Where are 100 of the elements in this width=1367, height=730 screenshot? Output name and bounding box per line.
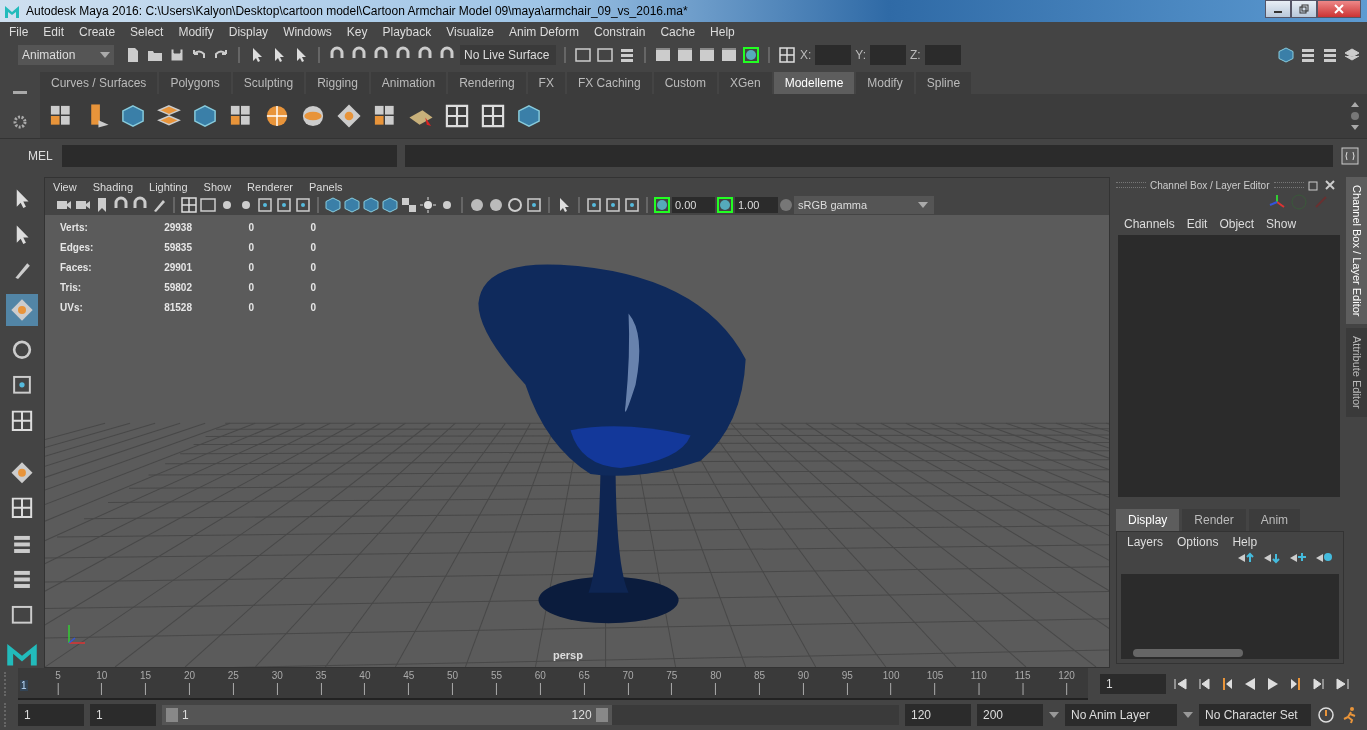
new-layer-selected-icon[interactable] bbox=[1315, 552, 1333, 564]
settings-icon[interactable] bbox=[13, 114, 27, 129]
current-frame-marker[interactable]: 1 bbox=[20, 680, 28, 691]
menu-item[interactable]: Display bbox=[228, 25, 269, 39]
shelf-tool-icon[interactable] bbox=[480, 103, 506, 129]
restore-button[interactable] bbox=[1291, 0, 1317, 18]
shelf-tool-icon[interactable] bbox=[192, 103, 218, 129]
viewport-tool-icon[interactable] bbox=[487, 196, 505, 214]
minimize-button[interactable] bbox=[1265, 0, 1291, 18]
panel-menu-item[interactable]: Renderer bbox=[247, 180, 293, 193]
channel-menu-item[interactable]: Channels bbox=[1124, 217, 1175, 231]
playback-control-icon[interactable] bbox=[1172, 675, 1190, 693]
time-slider[interactable]: 1 5 10 15 20 25 30 35 40 45 50 55 60 65 70 75 80 85 90 95 100 105 110 115 120 bbox=[18, 668, 1088, 700]
script-editor-icon[interactable] bbox=[1341, 147, 1359, 165]
viewport-tool-icon[interactable] bbox=[419, 196, 437, 214]
shelf-tab[interactable]: Modify bbox=[856, 72, 914, 94]
panel-menu-item[interactable]: View bbox=[53, 180, 77, 193]
layer-up-icon[interactable] bbox=[1237, 552, 1255, 564]
viewport-tool-icon[interactable] bbox=[604, 196, 622, 214]
menu-item[interactable]: Visualize bbox=[446, 25, 494, 39]
channel-menu-item[interactable]: Show bbox=[1266, 217, 1297, 231]
manipulator-icon[interactable] bbox=[1268, 193, 1286, 211]
side-tab[interactable]: Attribute Editor bbox=[1346, 328, 1367, 418]
layer-tab[interactable]: Render bbox=[1182, 509, 1246, 531]
shelf-tab[interactable]: FX Caching bbox=[566, 72, 652, 94]
menu-item[interactable]: Cache bbox=[660, 25, 696, 39]
playback-end-field[interactable]: 120 bbox=[905, 704, 971, 726]
panel-menu-item[interactable]: Lighting bbox=[149, 180, 188, 193]
viewport-tool-icon[interactable] bbox=[525, 196, 543, 214]
end-time-field[interactable]: 200 bbox=[977, 704, 1043, 726]
shelf-tool-icon[interactable] bbox=[444, 103, 470, 129]
channel-menu-item[interactable]: Edit bbox=[1186, 217, 1208, 231]
shelf-tab[interactable]: XGen bbox=[718, 72, 772, 94]
panel-menu-item[interactable]: Shading bbox=[92, 180, 134, 193]
x-field[interactable] bbox=[815, 45, 852, 65]
menu-item[interactable]: Playback bbox=[382, 25, 432, 39]
character-set-field[interactable]: No Character Set bbox=[1199, 704, 1311, 726]
layer-tab[interactable]: Anim bbox=[1248, 509, 1301, 531]
caret-icon[interactable] bbox=[1183, 712, 1193, 718]
live-surface-field[interactable]: No Live Surface bbox=[460, 45, 556, 65]
side-tab[interactable]: Channel Box / Layer Editor bbox=[1346, 177, 1367, 325]
menu-item[interactable]: File bbox=[9, 25, 29, 39]
playback-start-field[interactable]: 1 bbox=[90, 704, 156, 726]
float-panel-icon[interactable] bbox=[1307, 179, 1320, 191]
close-button[interactable] bbox=[1317, 0, 1361, 18]
gamma-field[interactable]: 1.00 bbox=[735, 197, 778, 213]
viewport-tool-icon[interactable] bbox=[400, 196, 418, 214]
layer-tab[interactable]: Display bbox=[1116, 509, 1180, 531]
shelf-tab[interactable]: Sculpting bbox=[232, 72, 305, 94]
caret-icon[interactable] bbox=[1049, 712, 1059, 718]
viewport-tool-icon[interactable] bbox=[585, 196, 603, 214]
range-slider[interactable]: 1 120 bbox=[162, 705, 612, 725]
menu-item[interactable]: Anim Deform bbox=[509, 25, 580, 39]
menu-item[interactable]: Help bbox=[710, 25, 735, 39]
menu-item[interactable]: Select bbox=[130, 25, 164, 39]
viewport-tool-icon[interactable] bbox=[468, 196, 486, 214]
shelf-tool-icon[interactable] bbox=[300, 103, 326, 129]
shelf-tool-icon[interactable] bbox=[264, 103, 290, 129]
menu-item[interactable]: Windows bbox=[283, 25, 332, 39]
shelf-tab[interactable]: Spline bbox=[915, 72, 972, 94]
layer-menu-item[interactable]: Layers bbox=[1127, 535, 1164, 549]
menu-item[interactable]: Modify bbox=[178, 25, 214, 39]
save-icon[interactable] bbox=[168, 46, 186, 64]
viewport-tool-icon[interactable] bbox=[294, 196, 312, 214]
anim-layer-field[interactable]: No Anim Layer bbox=[1065, 704, 1177, 726]
new-layer-icon[interactable] bbox=[1289, 552, 1307, 564]
shelf-tab[interactable]: Rendering bbox=[448, 72, 526, 94]
shelf-tool-icon[interactable] bbox=[516, 103, 542, 129]
shelf-tool-icon[interactable] bbox=[336, 103, 362, 129]
horizontal-scrollbar[interactable] bbox=[1121, 647, 1339, 659]
shelf-tool-icon[interactable] bbox=[120, 103, 146, 129]
viewport-tool-icon[interactable] bbox=[256, 196, 274, 214]
viewport-tool-icon[interactable] bbox=[275, 196, 293, 214]
menu-item[interactable]: Edit bbox=[43, 25, 65, 39]
viewport-tool-icon[interactable] bbox=[199, 196, 217, 214]
y-field[interactable] bbox=[870, 45, 907, 65]
current-frame-field[interactable]: 1 bbox=[1100, 674, 1166, 694]
z-field[interactable] bbox=[924, 45, 961, 65]
exposure-field[interactable]: 0.00 bbox=[672, 197, 715, 213]
viewport-tool-icon[interactable] bbox=[506, 196, 524, 214]
playback-control-icon[interactable] bbox=[1333, 675, 1351, 693]
command-language-label[interactable]: MEL bbox=[28, 149, 54, 163]
shelf-tab[interactable]: Animation bbox=[370, 72, 447, 94]
menu-set-dropdown[interactable]: Animation bbox=[18, 45, 114, 65]
color-space-dropdown[interactable]: sRGB gamma bbox=[794, 196, 934, 214]
start-time-field[interactable]: 1 bbox=[18, 704, 84, 726]
menu-item[interactable]: Create bbox=[79, 25, 116, 39]
shelf-tab[interactable]: Rigging bbox=[306, 72, 369, 94]
shelf-tab[interactable]: Polygons bbox=[159, 72, 231, 94]
panel-menu-item[interactable]: Show bbox=[203, 180, 232, 193]
shelf-tab[interactable]: Curves / Surfaces bbox=[40, 72, 158, 94]
layer-down-icon[interactable] bbox=[1263, 552, 1281, 564]
menu-item[interactable]: Constrain bbox=[594, 25, 646, 39]
viewport-tool-icon[interactable] bbox=[623, 196, 641, 214]
close-icon[interactable] bbox=[1323, 179, 1336, 191]
layer-menu-item[interactable]: Options bbox=[1177, 535, 1219, 549]
shelf-tab[interactable]: FX bbox=[527, 72, 565, 94]
viewport-tool-icon[interactable] bbox=[180, 196, 198, 214]
channel-menu-item[interactable]: Object bbox=[1219, 217, 1255, 231]
command-input-field[interactable] bbox=[62, 145, 397, 167]
